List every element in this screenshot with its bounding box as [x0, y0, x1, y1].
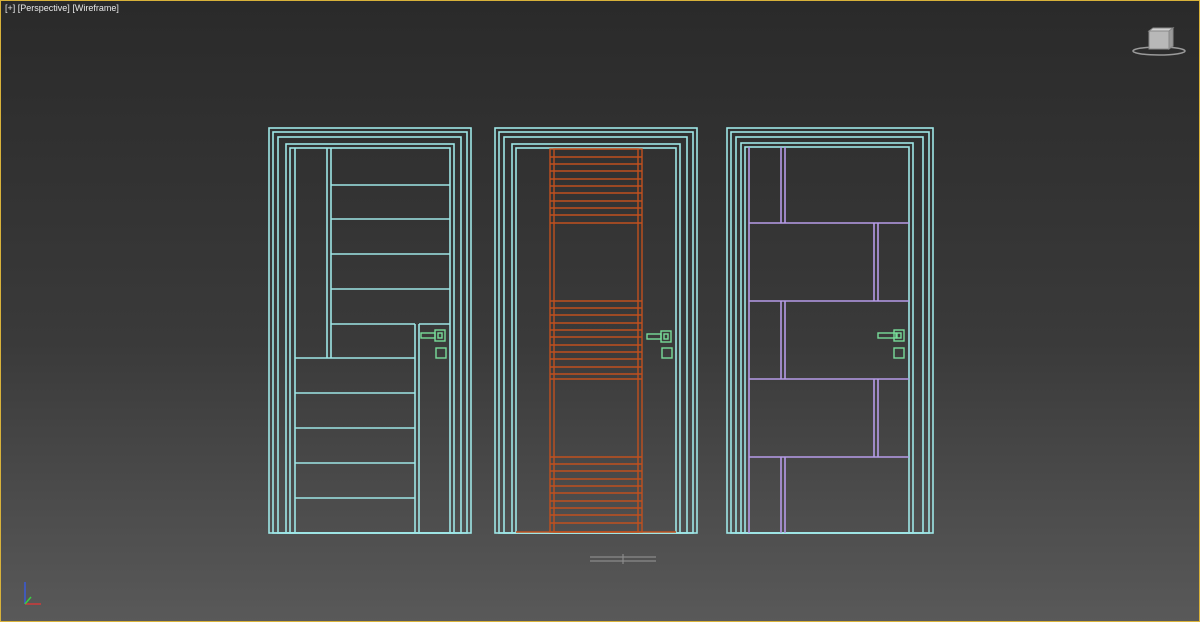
door-handle-left	[420, 329, 447, 359]
selection-gizmo[interactable]	[590, 554, 656, 564]
scene-wireframe	[24, 127, 934, 605]
door-handle-middle	[646, 330, 673, 359]
axis-tripod-icon	[24, 582, 41, 605]
perspective-viewport[interactable]: [+] [Perspective] [Wireframe]	[0, 0, 1200, 622]
door-handle-right	[877, 329, 905, 359]
